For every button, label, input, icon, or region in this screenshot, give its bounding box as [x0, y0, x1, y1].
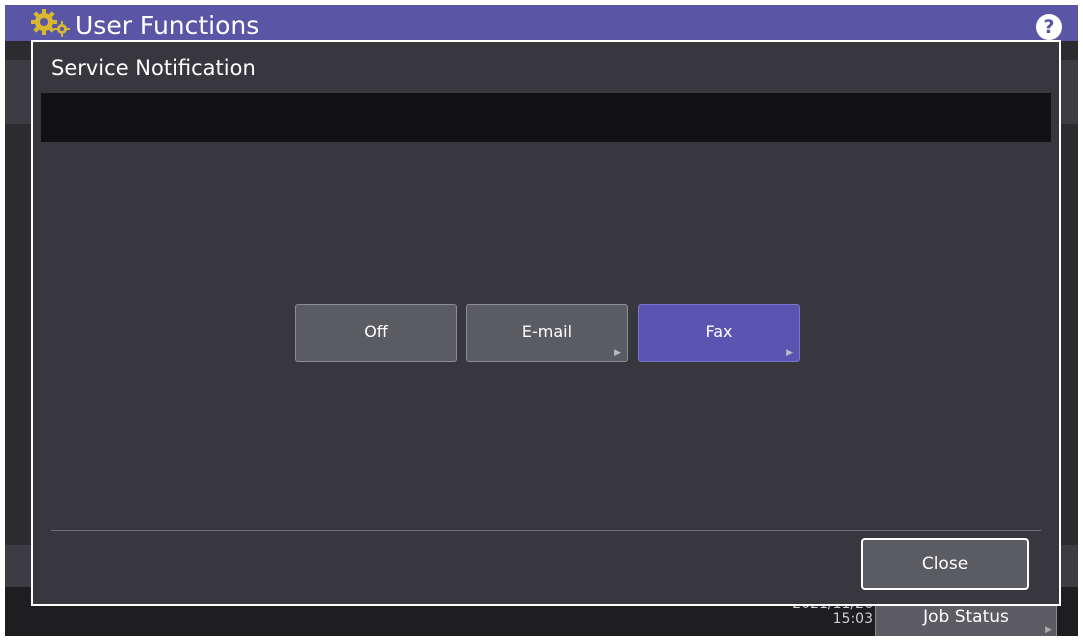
gear-icon [31, 9, 70, 37]
email-button[interactable]: E-mail ▶ [466, 304, 628, 362]
email-button-label: E-mail [521, 322, 573, 341]
dialog-title: Service Notification [51, 56, 256, 80]
screen: User Functions ? 2021/11/26 15:03 Job St… [5, 5, 1078, 636]
divider [51, 530, 1041, 531]
submenu-arrow-icon: ▶ [614, 348, 621, 358]
close-button-label: Close [921, 554, 969, 574]
app-header: User Functions ? [5, 5, 1078, 41]
fax-button[interactable]: Fax ▶ [638, 304, 800, 362]
off-button[interactable]: Off [295, 304, 457, 362]
off-button-label: Off [364, 322, 388, 341]
submenu-arrow-icon: ▶ [786, 348, 793, 358]
app-title: User Functions [75, 11, 260, 40]
clock-time: 15:03 [832, 611, 873, 627]
service-notification-dialog: Service Notification Off E-mail ▶ Fax ▶ … [31, 40, 1061, 606]
submenu-arrow-icon: ▶ [1045, 625, 1052, 635]
dialog-message-bar [41, 93, 1051, 142]
close-button[interactable]: Close [861, 538, 1029, 590]
help-icon[interactable]: ? [1036, 14, 1062, 40]
fax-button-label: Fax [705, 322, 733, 341]
job-status-label: Job Status [923, 607, 1009, 627]
